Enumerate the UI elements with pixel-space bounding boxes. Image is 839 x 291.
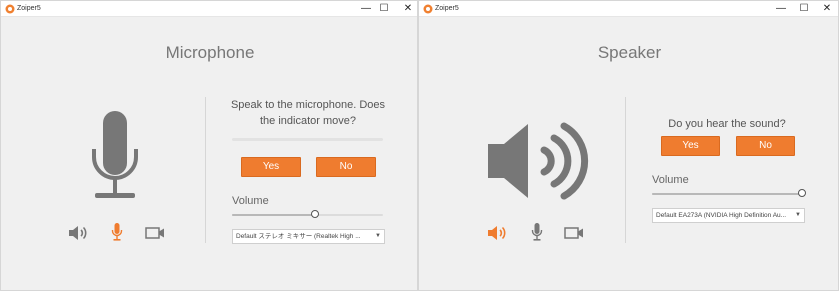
page-title: Microphone	[165, 43, 255, 62]
yes-button[interactable]: Yes	[661, 136, 720, 156]
minimize-button[interactable]: —	[774, 2, 788, 16]
tab-camera[interactable]	[145, 226, 165, 245]
speaker-large-icon	[488, 122, 589, 200]
maximize-button[interactable]: ☐	[797, 2, 811, 16]
slider-thumb[interactable]	[311, 210, 320, 218]
microphone-icon	[531, 223, 543, 241]
video-camera-icon	[145, 227, 164, 239]
divider	[205, 97, 206, 243]
slider-thumb[interactable]	[798, 189, 806, 197]
no-button[interactable]: No	[316, 157, 376, 177]
minimize-button[interactable]: —	[359, 2, 373, 16]
tab-camera[interactable]	[564, 226, 584, 245]
test-prompt: Do you hear the sound?	[668, 118, 786, 130]
device-select[interactable]: Default ステレオ ミキサー (Realtek High ... ▼	[232, 229, 385, 244]
video-camera-icon	[564, 227, 583, 239]
speaker-test-window: Zoiper5 — ☐ ✕ Speaker Do you hear the so…	[418, 0, 839, 291]
maximize-button[interactable]: ☐	[377, 2, 391, 16]
tab-speaker[interactable]	[68, 224, 90, 247]
yes-button[interactable]: Yes	[241, 157, 301, 177]
slider-fill	[652, 193, 802, 195]
volume-slider[interactable]	[232, 210, 383, 220]
app-title: Zoiper5	[17, 5, 41, 12]
device-select-value: Default ステレオ ミキサー (Realtek High ...	[236, 233, 361, 240]
device-select[interactable]: Default EA273A (NVIDIA High Definition A…	[652, 208, 805, 223]
titlebar[interactable]: Zoiper5 — ☐ ✕	[419, 1, 838, 17]
zoiper-logo-icon	[423, 4, 433, 14]
tab-microphone[interactable]	[531, 222, 543, 247]
device-select-value: Default EA273A (NVIDIA High Definition A…	[656, 212, 787, 219]
microphone-icon	[111, 223, 123, 241]
no-button[interactable]: No	[736, 136, 795, 156]
microphone-test-window: Zoiper5 — ☐ ✕ Microphone Speak to the mi…	[0, 0, 418, 291]
divider	[625, 97, 626, 243]
chevron-down-icon: ▼	[375, 233, 381, 239]
tab-microphone[interactable]	[111, 222, 123, 247]
microphone-large-icon	[92, 111, 138, 198]
close-button[interactable]: ✕	[820, 2, 834, 16]
slider-fill	[232, 214, 316, 216]
volume-label: Volume	[232, 195, 269, 207]
app-title: Zoiper5	[435, 5, 459, 12]
chevron-down-icon: ▼	[795, 212, 801, 218]
volume-slider[interactable]	[652, 189, 806, 199]
speaker-icon	[488, 226, 506, 240]
close-button[interactable]: ✕	[401, 2, 415, 16]
tab-speaker[interactable]	[487, 224, 509, 247]
zoiper-logo-icon	[5, 4, 15, 14]
test-prompt: Speak to the microphone. Does the indica…	[230, 99, 386, 127]
speaker-icon	[69, 226, 87, 240]
titlebar[interactable]: Zoiper5 — ☐ ✕	[1, 1, 417, 17]
mic-level-indicator	[232, 138, 383, 141]
volume-label: Volume	[652, 174, 689, 186]
page-title: Speaker	[597, 43, 662, 62]
